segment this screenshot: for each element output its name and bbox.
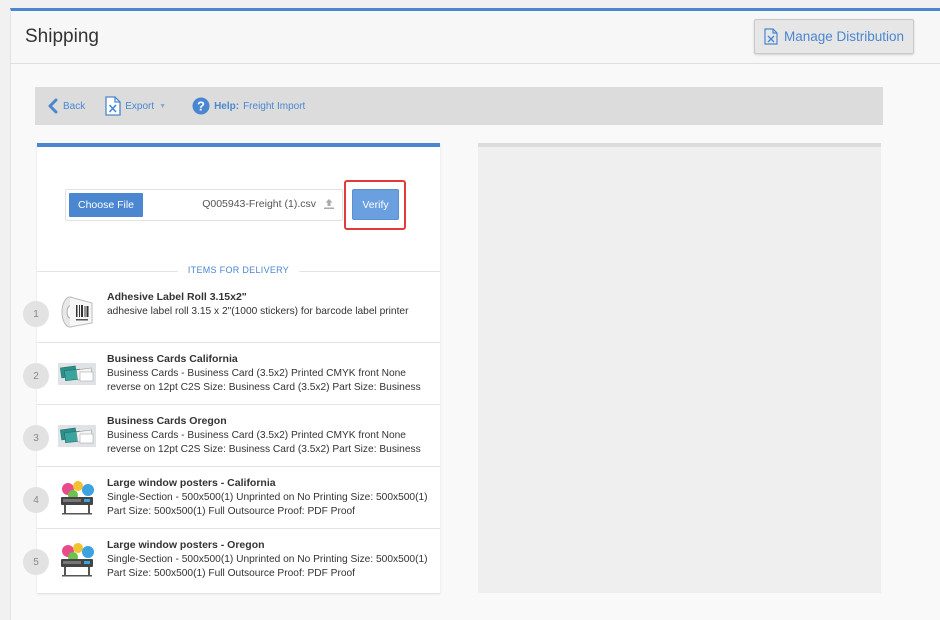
verify-button[interactable]: Verify: [352, 189, 399, 220]
large-printer-icon: [61, 481, 94, 515]
export-dropdown[interactable]: Export ▼: [105, 96, 166, 116]
item-title: Business Cards California: [107, 353, 238, 365]
help-label: Freight Import: [243, 100, 306, 112]
item-number: 4: [23, 487, 49, 513]
item-number: 1: [23, 301, 49, 327]
list-item[interactable]: 5 Large window posters - Oregon Single-S…: [23, 529, 440, 591]
help-link[interactable]: ? Help: Freight Import: [192, 97, 305, 115]
items-section-heading: ITEMS FOR DELIVERY: [37, 265, 440, 275]
manage-distribution-button[interactable]: Manage Distribution: [754, 19, 914, 54]
svg-text:?: ?: [197, 99, 205, 114]
item-number: 5: [23, 549, 49, 575]
upload-panel: Choose File Q005943-Freight (1).csv Veri…: [23, 143, 440, 593]
chevron-left-icon: [48, 98, 58, 114]
list-item[interactable]: 4 Large window posters - California Sing…: [23, 467, 440, 529]
item-number: 2: [23, 363, 49, 389]
item-description: Single-Section - 500x500(1) Unprinted on…: [107, 492, 428, 517]
item-description: Single-Section - 500x500(1) Unprinted on…: [107, 554, 428, 579]
item-title: Large window posters - California: [107, 477, 276, 489]
help-prefix: Help:: [214, 100, 240, 112]
item-description: adhesive label roll 3.15 x 2"(1000 stick…: [107, 306, 409, 317]
item-title: Adhesive Label Roll 3.15x2": [107, 291, 247, 303]
back-button[interactable]: Back: [47, 98, 85, 114]
business-cards-icon: [58, 425, 96, 447]
manage-distribution-label: Manage Distribution: [783, 29, 905, 44]
caret-down-icon: ▼: [159, 102, 167, 110]
list-item[interactable]: 2 Business Cards California Business Car…: [23, 343, 440, 405]
toolbar: Back Export ▼ ? Help: Freight Import: [35, 87, 883, 125]
preview-panel: [478, 143, 881, 593]
list-item[interactable]: 1 Adhesive Label Roll 3.15x2" adhesive l…: [23, 281, 440, 343]
back-label: Back: [63, 100, 86, 112]
item-number: 3: [23, 425, 49, 451]
choose-file-button[interactable]: Choose File: [69, 193, 143, 217]
help-icon: ?: [192, 97, 210, 115]
upload-icon[interactable]: [323, 198, 335, 210]
file-input[interactable]: Choose File Q005943-Freight (1).csv: [65, 189, 343, 221]
delivery-items-list: 1 Adhesive Label Roll 3.15x2" adhesive l…: [23, 281, 440, 591]
page-title: Shipping: [25, 26, 99, 47]
page-header: Shipping Manage Distribution: [11, 11, 940, 64]
business-cards-icon: [58, 363, 96, 385]
file-name: Q005943-Freight (1).csv: [202, 198, 316, 210]
excel-file-icon: [764, 28, 778, 45]
label-roll-icon: [61, 296, 93, 328]
item-description: Business Cards - Business Card (3.5x2) P…: [107, 368, 421, 393]
list-item[interactable]: 3 Business Cards Oregon Business Cards -…: [23, 405, 440, 467]
large-printer-icon: [61, 543, 94, 577]
item-title: Business Cards Oregon: [107, 415, 227, 427]
item-description: Business Cards - Business Card (3.5x2) P…: [107, 430, 421, 455]
item-title: Large window posters - Oregon: [107, 539, 265, 551]
excel-file-icon: [105, 96, 121, 116]
export-label: Export: [125, 100, 155, 112]
